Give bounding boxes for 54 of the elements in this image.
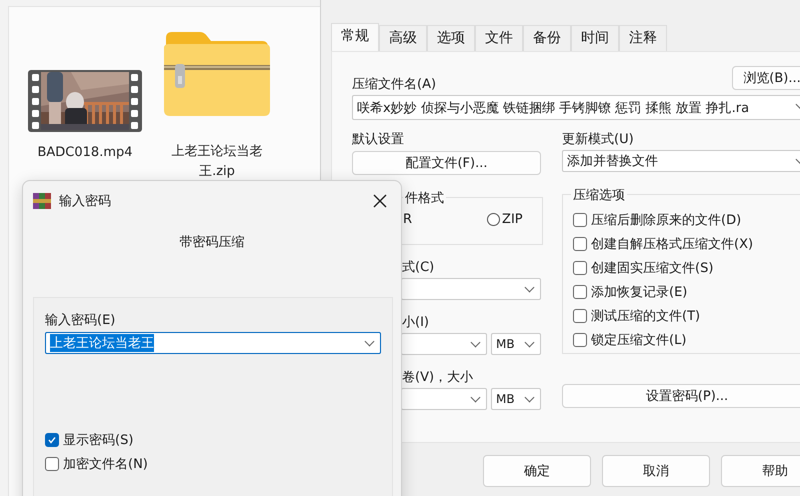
close-icon[interactable]	[373, 194, 387, 208]
option-label: 添加恢复记录(E)	[591, 284, 688, 301]
option-label: 压缩后删除原来的文件(D)	[591, 212, 742, 229]
option-label: 锁定压缩文件(L)	[591, 332, 686, 349]
tab[interactable]: 备份	[523, 25, 571, 51]
tab[interactable]: 时间	[571, 25, 619, 51]
archive-app-icon	[33, 193, 51, 209]
radio-button[interactable]	[487, 213, 500, 226]
checkbox[interactable]	[573, 237, 587, 251]
tab[interactable]: 高级	[379, 25, 427, 51]
archive-name-field[interactable]: 咲希x妙妙 侦探与小恶魔 铁链捆绑 手铐脚镣 惩罚 揉熊 放置 挣扎.ra	[352, 95, 800, 120]
format-label: ZIP	[502, 212, 523, 227]
checkbox[interactable]	[573, 213, 587, 227]
profile-label: 默认设置	[352, 131, 404, 148]
browse-button[interactable]: 浏览(B)...	[732, 66, 800, 90]
set-password-button[interactable]: 设置密码(P)...	[562, 384, 800, 408]
update-mode-label: 更新模式(U)	[562, 131, 634, 148]
format-label: R	[403, 212, 412, 227]
group-title: 件格式	[403, 189, 446, 207]
check-icon	[47, 435, 57, 445]
tab[interactable]: 选项	[427, 25, 475, 51]
unit-dropdown[interactable]: MB	[491, 388, 541, 410]
dialog-button[interactable]: 帮助	[721, 455, 800, 487]
dialog-button[interactable]: 取消	[602, 455, 710, 487]
dialog-heading: 带密码压缩	[178, 234, 246, 251]
checkbox[interactable]	[573, 285, 587, 299]
tab[interactable]: 文件	[475, 25, 523, 51]
checkbox[interactable]	[45, 433, 59, 447]
group-title: 压缩选项	[571, 186, 627, 204]
tab[interactable]: 常规	[331, 23, 379, 51]
checkbox[interactable]	[573, 333, 587, 347]
archive-name-label: 压缩文件名(A)	[352, 76, 436, 93]
dialog-button[interactable]: 确定	[483, 455, 591, 487]
tab[interactable]: 注释	[619, 25, 667, 51]
option-label: 测试压缩的文件(T)	[591, 308, 700, 325]
checkbox[interactable]	[45, 457, 59, 471]
checkbox-label: 显示密码(S)	[63, 432, 134, 449]
option-label: 创建固实压缩文件(S)	[591, 260, 714, 277]
checkbox[interactable]	[573, 261, 587, 275]
dictionary-label: 小(I)	[402, 314, 429, 331]
option-label: 创建自解压格式压缩文件(X)	[591, 236, 754, 253]
window-title: 输入密码	[59, 193, 111, 210]
zip-folder-icon	[164, 32, 270, 116]
file-name[interactable]: 上老王论坛当老王.zip	[161, 142, 273, 182]
password-label: 输入密码(E)	[45, 312, 116, 329]
update-mode-dropdown[interactable]: 添加并替换文件	[562, 150, 800, 172]
method-label: 式(C)	[402, 259, 434, 276]
checkbox-label: 加密文件名(N)	[63, 456, 148, 473]
password-field[interactable]: 上老王论坛当老王	[45, 332, 381, 354]
volume-label: 卷(V)，大小	[402, 369, 474, 386]
checkbox[interactable]	[573, 309, 587, 323]
file-name[interactable]: BADC018.mp4	[37, 143, 133, 163]
profile-button[interactable]: 配置文件(F)...	[352, 151, 541, 175]
unit-dropdown[interactable]: MB	[491, 333, 541, 355]
